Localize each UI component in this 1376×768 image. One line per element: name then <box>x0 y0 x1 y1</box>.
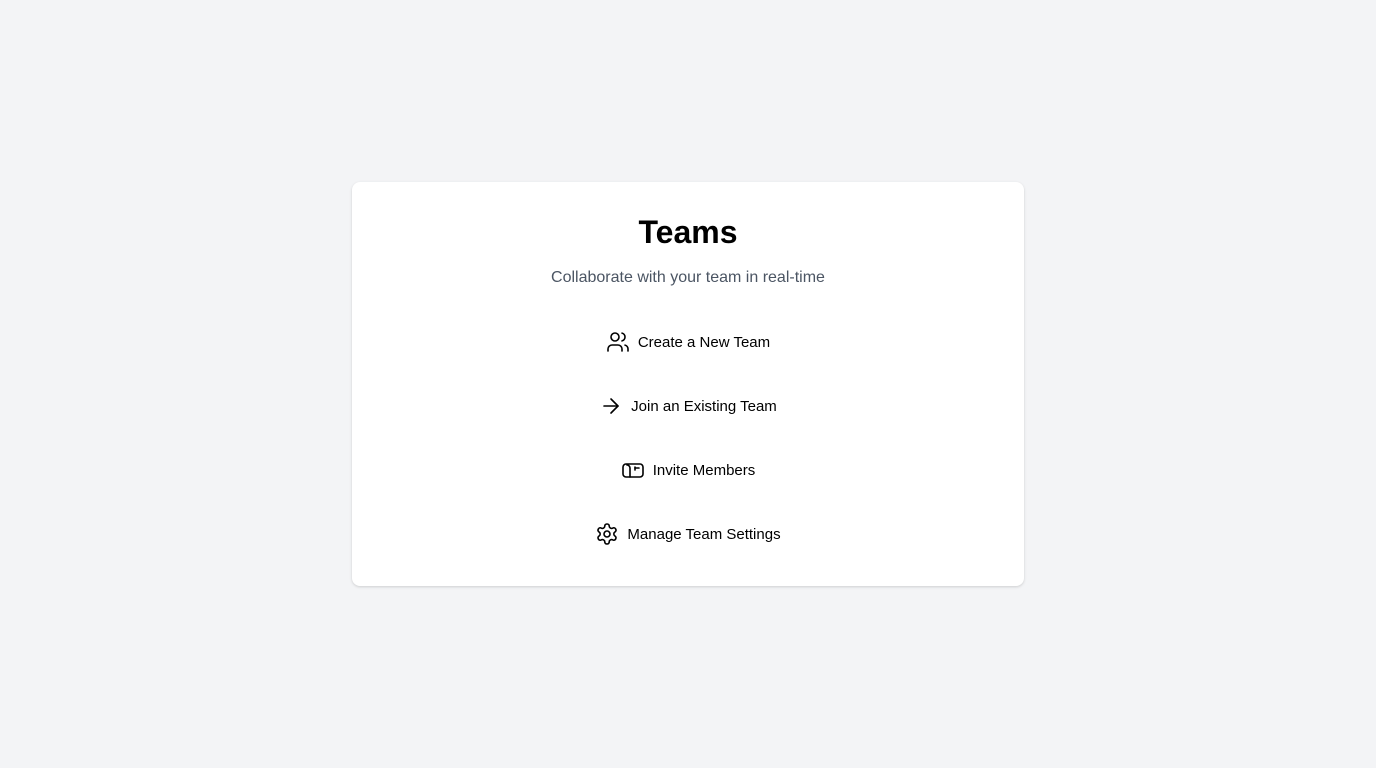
actions-list: Create a New Team Join an Existing Team <box>352 322 1024 554</box>
mailbox-icon <box>621 458 645 482</box>
gear-icon <box>595 522 619 546</box>
teams-card: Teams Collaborate with your team in real… <box>352 182 1024 586</box>
page-title: Teams <box>638 214 738 250</box>
join-team-label: Join an Existing Team <box>631 397 777 415</box>
manage-settings-button[interactable]: Manage Team Settings <box>583 514 792 554</box>
arrow-right-icon <box>599 394 623 418</box>
create-team-button[interactable]: Create a New Team <box>594 322 782 362</box>
join-team-button[interactable]: Join an Existing Team <box>587 386 789 426</box>
page-subtitle: Collaborate with your team in real-time <box>551 269 825 286</box>
users-icon <box>606 330 630 354</box>
invite-members-label: Invite Members <box>652 461 756 479</box>
invite-members-button[interactable]: Invite Members <box>609 450 768 490</box>
manage-settings-label: Manage Team Settings <box>627 525 781 543</box>
create-team-label: Create a New Team <box>637 333 771 351</box>
